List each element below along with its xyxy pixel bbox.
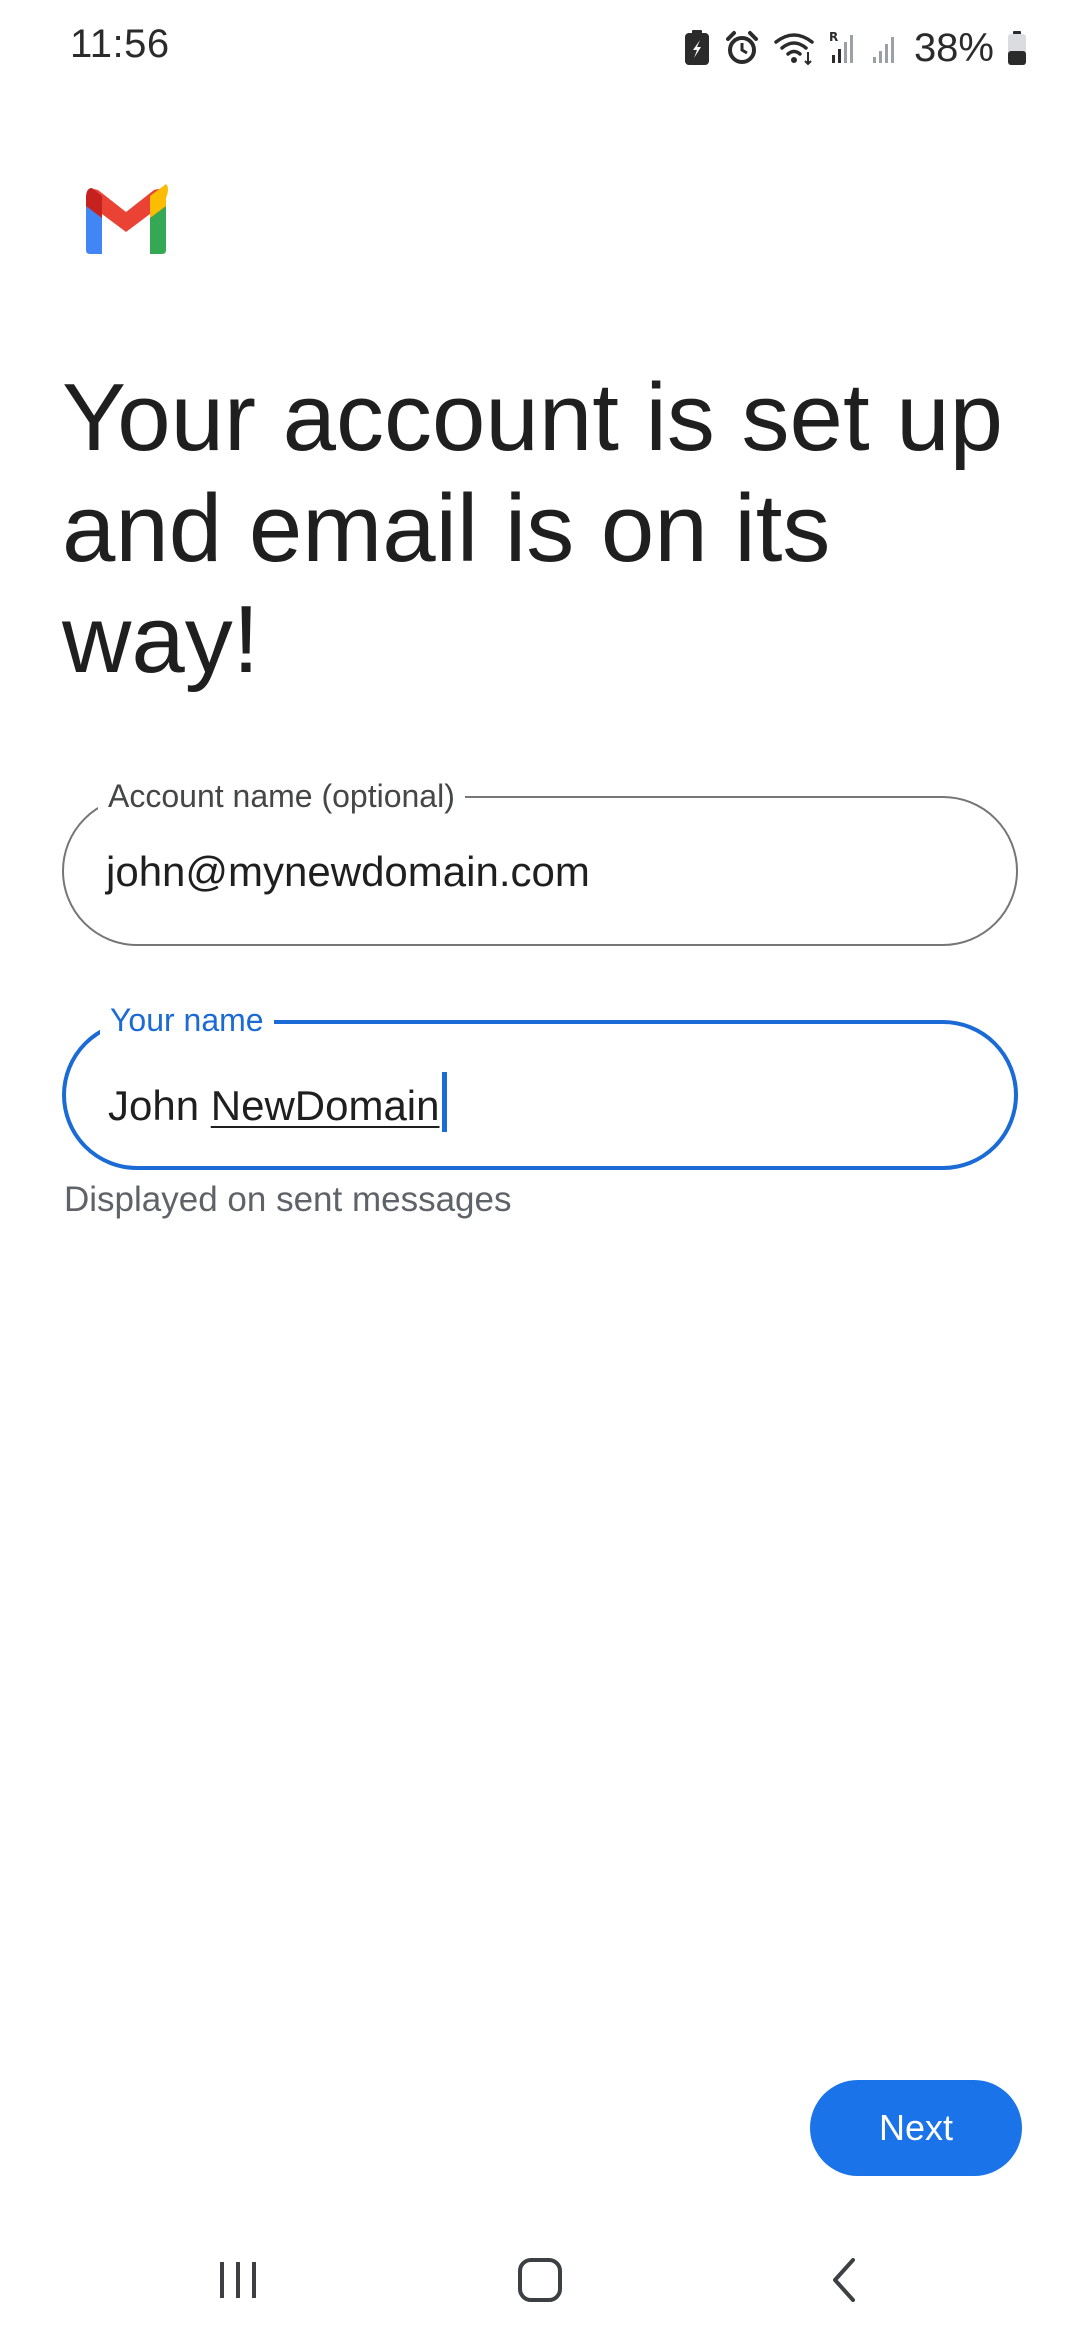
your-name-value[interactable]: John NewDomain (108, 1072, 447, 1132)
navigation-bar (0, 2220, 1080, 2340)
roaming-signal-icon: R (828, 29, 858, 67)
status-bar: 11:56 R 38% (0, 0, 1080, 100)
status-time: 11:56 (70, 22, 170, 66)
wifi-icon (772, 30, 816, 66)
account-name-value[interactable]: john@mynewdomain.com (106, 848, 590, 896)
home-icon[interactable] (500, 2250, 580, 2310)
next-button[interactable]: Next (810, 2080, 1022, 2176)
your-name-helper-text: Displayed on sent messages (64, 1180, 512, 1219)
back-icon[interactable] (804, 2250, 884, 2310)
text-cursor (441, 1072, 447, 1132)
battery-icon (1006, 29, 1028, 67)
gmail-logo (80, 184, 172, 256)
alarm-icon (724, 30, 760, 66)
battery-percent: 38% (913, 25, 994, 70)
page-title: Your account is set up and email is on i… (62, 364, 1004, 693)
your-name-last: NewDomain (210, 1082, 440, 1129)
your-name-first: John (108, 1082, 200, 1129)
account-name-field[interactable]: Account name (optional) john@mynewdomain… (62, 776, 1018, 946)
battery-saver-icon (682, 29, 712, 67)
account-name-label: Account name (optional) (98, 776, 465, 816)
recents-icon[interactable] (198, 2250, 278, 2310)
your-name-label: Your name (100, 1000, 274, 1040)
status-icons: R 38% (682, 22, 1028, 74)
svg-text:R: R (829, 30, 838, 44)
signal-icon (870, 29, 900, 67)
your-name-field[interactable]: Your name John NewDomain (62, 1000, 1018, 1170)
